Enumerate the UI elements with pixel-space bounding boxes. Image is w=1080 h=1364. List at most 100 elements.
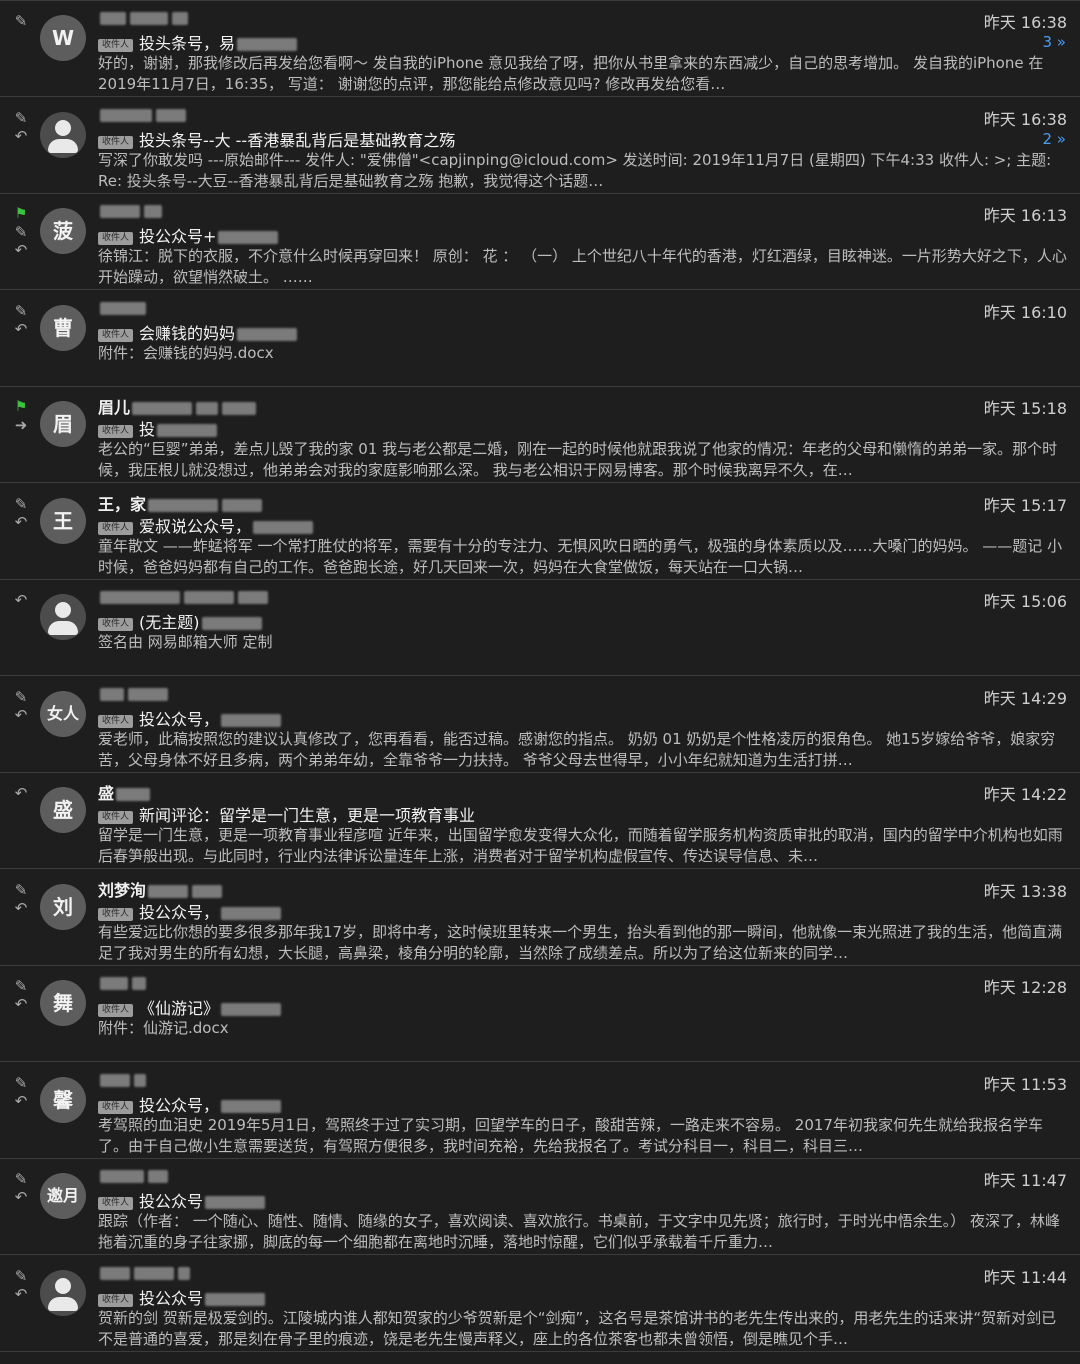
subject-line: 收件人 (无主题) <box>98 609 264 632</box>
avatar: 菠 <box>40 208 86 254</box>
email-list: ✎ W 昨天 16:38 3 » 收件人 投头条号，易 好的，谢谢，那我修改后再发给您看啊～… <box>0 0 1080 1364</box>
redacted-block <box>148 1170 168 1183</box>
recipient-tag: 收件人 <box>98 521 134 535</box>
message-preview: 附件：会赚钱的妈妈.docx <box>98 343 274 362</box>
message-preview: 童年散文 ——蚱蜢将军 一个常打胜仗的将军，需要有十分的专注力、无惧风吹日晒的勇… <box>98 536 1063 576</box>
avatar <box>40 1269 86 1316</box>
sender-name <box>98 298 148 318</box>
reply-icon: ↶ <box>14 898 28 917</box>
email-row[interactable]: ✎ ↶ 刘刘梦洵 昨天 13:38 收件人 投公众号， 有些爱远比你想的要多很多那年我17岁… <box>0 870 1080 966</box>
avatar: 女人 <box>40 690 86 737</box>
paperclip-icon: ✎ <box>14 880 28 899</box>
subject-text: 会赚钱的妈妈 <box>139 323 236 343</box>
subject-text: 投头条号，易 <box>139 34 236 53</box>
email-row[interactable]: ✎ ↶ 曹昨天 16:10 收件人 会赚钱的妈妈 附件：会赚钱的妈妈.docx <box>0 291 1080 387</box>
avatar <box>40 111 86 158</box>
status-gutter: ✎ ↶ <box>0 966 38 1062</box>
email-row[interactable]: ⚑ ✎ ↶ 菠昨天 16:13 收件人 投公众号+ 徐锦江：脱下的衣服，不介意什么时候再穿回… <box>0 194 1080 290</box>
email-row[interactable]: ↶ 盛盛 昨天 14:22 收件人 新闻评论：留学是一门生意，更是一项教育事业 留学是一门… <box>0 773 1080 869</box>
reply-icon: ↶ <box>14 241 28 259</box>
redacted-block <box>100 1170 144 1183</box>
redacted-block <box>201 617 262 630</box>
subject-text: 投 <box>139 420 156 439</box>
message-preview: 签名由 网易邮箱大师 定制 <box>98 633 273 651</box>
redacted-block <box>100 301 146 315</box>
received-time: 昨天 14:29 <box>983 688 1067 708</box>
status-gutter: ✎ ↶ <box>0 1063 38 1159</box>
message-preview: 爱老师，此稿按照您的建议认真修改了，您再看看，能否过稿。感谢您的指点。 奶奶 0… <box>98 729 1056 769</box>
recipient-tag: 收件人 <box>98 1100 134 1114</box>
avatar: 眉 <box>40 401 86 447</box>
redacted-block <box>178 1266 190 1280</box>
sender-name <box>98 201 164 221</box>
email-row[interactable]: ✎ ↶ 昨天 11:44 收件人 投公众号 贺新的剑 贺新是极爱剑的。江陵城内谁人都知贺家… <box>0 1256 1080 1352</box>
email-row[interactable]: ✎ ↶ 邀月 昨天 11:47 收件人 投公众号 跟踪（作者： 一个随心、随性、随情、随缘的… <box>0 1159 1080 1255</box>
redacted-block <box>237 38 298 51</box>
redacted-block <box>238 591 268 604</box>
subject-text: 投公众号， <box>139 709 220 729</box>
received-time: 昨天 16:38 <box>983 13 1067 32</box>
thread-count[interactable]: 3 » <box>1043 33 1067 51</box>
email-row[interactable]: ✎ ↶ 馨昨天 11:53 收件人 投公众号， 考驾照的血泪史 2019年5月1日，驾照终… <box>0 1063 1080 1159</box>
message-preview: 贺新的剑 贺新是极爱剑的。江陵城内谁人都知贺家的少爷贺新是个“剑痴”，这名号是茶… <box>98 1308 1057 1348</box>
received-time: 昨天 15:17 <box>983 495 1067 515</box>
redacted-block <box>100 1073 130 1087</box>
redacted-block <box>134 1073 146 1087</box>
recipient-tag: 收件人 <box>98 714 134 728</box>
thread-count[interactable]: 2 » <box>1043 130 1067 148</box>
subject-line: 收件人 会赚钱的妈妈 <box>98 320 299 343</box>
reply-icon: ↶ <box>14 784 28 802</box>
flag-icon: ⚑ <box>14 206 28 222</box>
sender-name: 眉儿 <box>98 394 258 417</box>
email-row[interactable]: ✎ ↶ 昨天 16:38 2 » 收件人 投头条号--大 --香港暴乱背后是基础教育之殇写… <box>0 98 1080 194</box>
redacted-block <box>100 12 126 25</box>
subject-line: 收件人 投公众号， <box>98 706 283 729</box>
forward-icon: ➜ <box>14 416 28 434</box>
received-time: 昨天 14:22 <box>983 785 1067 804</box>
email-row[interactable]: ✎ ↶ 女人 昨天 14:29 收件人 投公众号， 爱老师，此稿按照您的建议认真修改了，您再… <box>0 677 1080 773</box>
redacted-block <box>221 1003 282 1016</box>
flag-icon: ⚑ <box>14 399 28 415</box>
redacted-block <box>172 12 188 25</box>
sender-name <box>98 973 148 993</box>
paperclip-icon: ✎ <box>14 108 28 127</box>
reply-icon: ↶ <box>14 512 28 531</box>
email-row[interactable]: ↶ 昨天 15:06 收件人 (无主题) 签名由 网易邮箱大师 定制 <box>0 580 1080 676</box>
recipient-tag: 收件人 <box>98 425 134 438</box>
redacted-block <box>192 884 223 898</box>
subject-text: 投公众号 <box>139 1192 204 1211</box>
recipient-tag: 收件人 <box>98 328 134 342</box>
sender-text: 眉儿 <box>98 398 131 417</box>
recipient-tag: 收件人 <box>98 618 134 631</box>
subject-line: 收件人投 <box>98 416 219 439</box>
redacted-block <box>100 687 124 701</box>
email-row[interactable]: ✎ ↶ 王王，家 昨天 15:17 收件人 爱叔说公众号， 童年散文 ——蚱蜢将军 一个常打… <box>0 484 1080 580</box>
subject-line: 收件人 投公众号+ <box>98 223 280 246</box>
subject-line: 收件人 投公众号 <box>98 1285 267 1308</box>
sender-name <box>98 1263 192 1283</box>
message-preview: 留学是一门生意，更是一项教育事业程彦喧 近年来，出国留学愈发变得大众化，而随着留… <box>98 826 1063 865</box>
avatar: 舞 <box>40 980 86 1026</box>
recipient-tag: 收件人 <box>98 135 134 149</box>
message-preview: 好的，谢谢，那我修改后再发给您看啊～ 发自我的iPhone 意见我给了呀，把你从… <box>98 54 1044 93</box>
subject-text: 投公众号， <box>139 902 220 922</box>
status-gutter: ✎ ↶ <box>0 677 38 773</box>
sender-name <box>98 8 190 28</box>
subject-text: (无主题) <box>139 613 200 632</box>
paperclip-icon: ✎ <box>14 1170 28 1188</box>
redacted-block <box>221 713 282 727</box>
received-time: 昨天 16:38 <box>983 109 1067 129</box>
avatar: 邀月 <box>40 1173 86 1219</box>
recipient-tag: 收件人 <box>98 907 134 921</box>
email-row[interactable]: ⚑ ➜ 眉眉儿 昨天 15:18 收件人投老公的“巨婴”弟弟，差点儿毁了我的家 01 我… <box>0 387 1080 483</box>
email-row[interactable]: ✎ W 昨天 16:38 3 » 收件人 投头条号，易 好的，谢谢，那我修改后再发给您看啊～… <box>0 1 1080 97</box>
sender-name <box>98 105 188 125</box>
subject-line: 收件人 投头条号，易 <box>98 30 299 53</box>
email-row[interactable]: ✎ ↶ 舞昨天 12:28 收件人 《仙游记》 附件：仙游记.docx <box>0 966 1080 1062</box>
subject-text: 《仙游记》 <box>139 999 220 1018</box>
reply-icon: ↶ <box>14 705 28 724</box>
redacted-block <box>157 424 218 437</box>
redacted-block <box>128 687 168 701</box>
redacted-block <box>184 591 234 604</box>
redacted-block <box>144 205 162 218</box>
